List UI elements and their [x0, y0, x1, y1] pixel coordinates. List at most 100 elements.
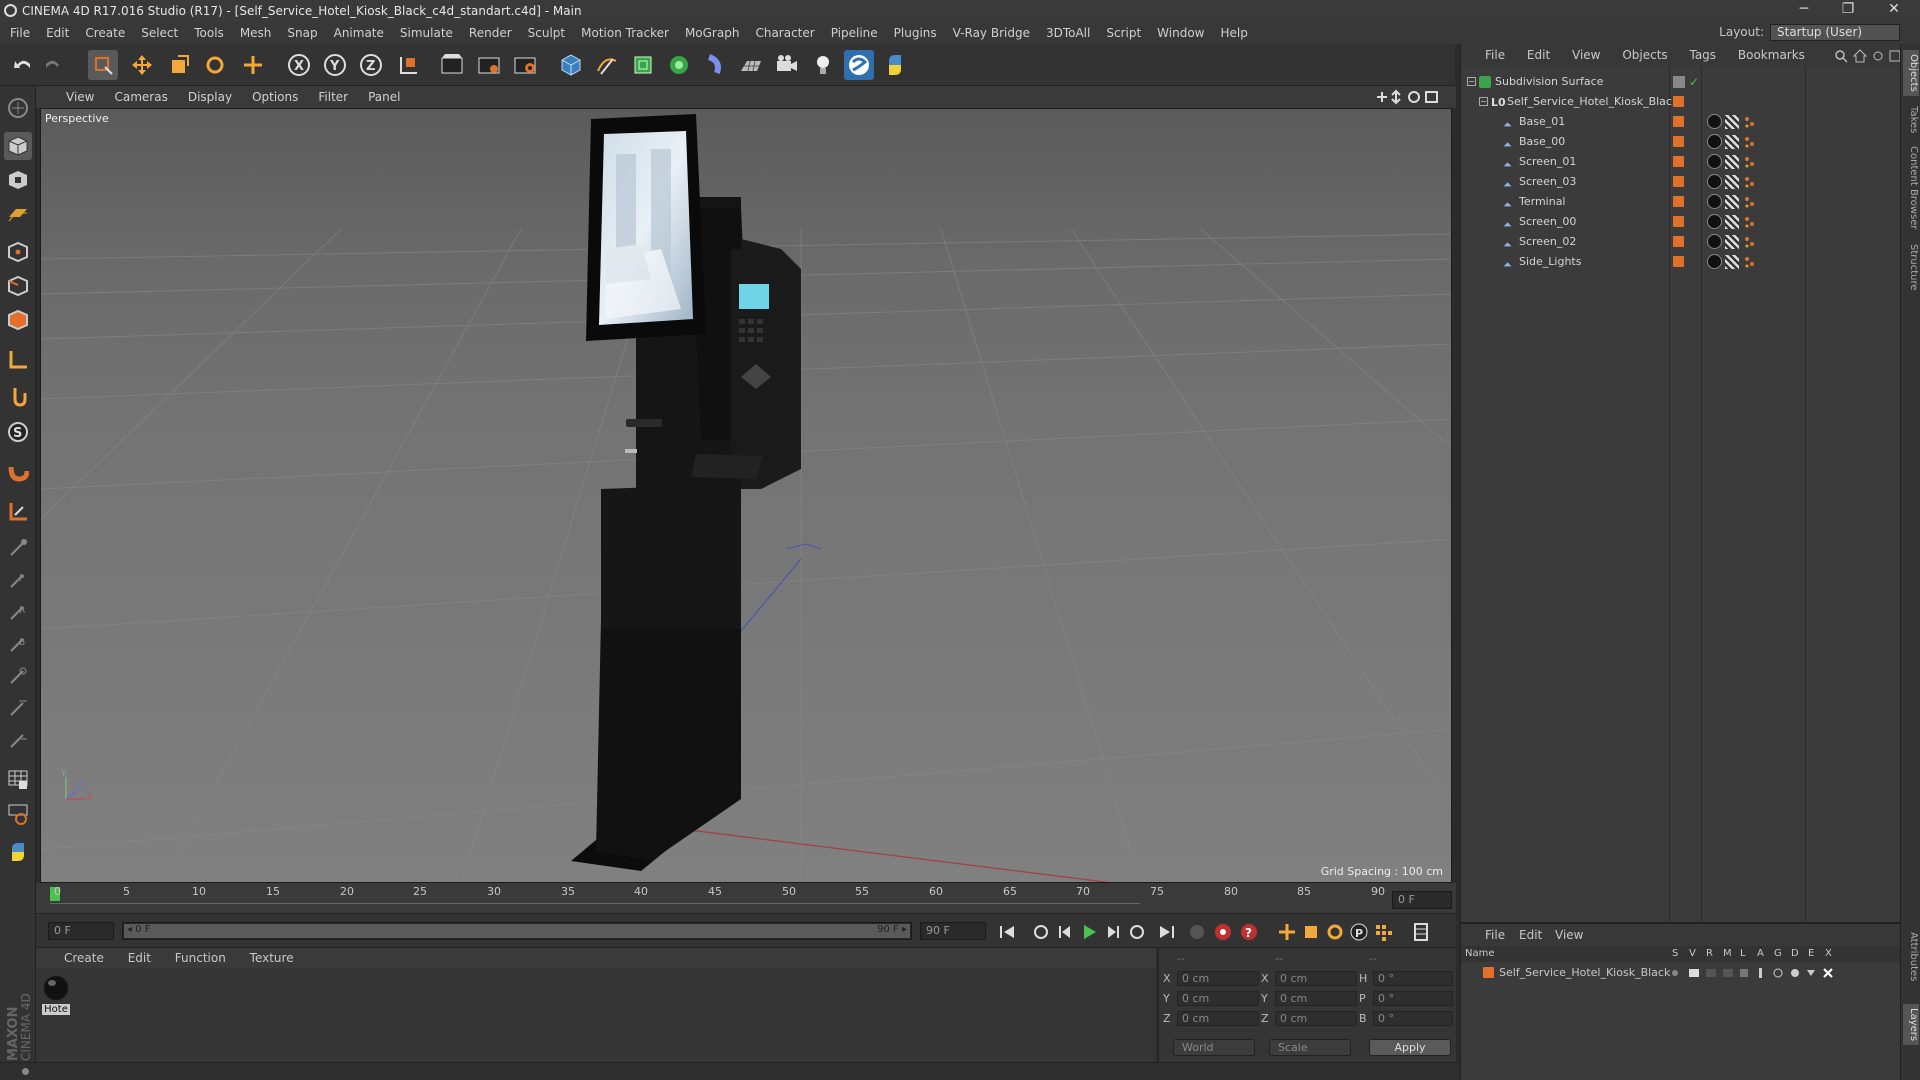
undo-button[interactable]: [8, 50, 38, 80]
redo-button[interactable]: [38, 50, 68, 80]
side-tab-content-browser[interactable]: Content Browser: [1903, 146, 1919, 229]
layer-menu-edit[interactable]: Edit: [1519, 928, 1542, 942]
menu-create[interactable]: Create: [77, 22, 133, 44]
side-tab-takes[interactable]: Takes: [1903, 106, 1919, 133]
layer-col-deformers[interactable]: D: [1791, 948, 1799, 959]
viewport-menu-view[interactable]: View: [56, 86, 104, 108]
side-tab-objects[interactable]: Objects: [1903, 50, 1919, 96]
object-menu-file[interactable]: File: [1461, 44, 1514, 66]
previous-frame-icon[interactable]: [1054, 921, 1076, 943]
object-row-screen-00[interactable]: ⏶ Screen_00: [1461, 212, 1901, 232]
menu-window[interactable]: Window: [1149, 22, 1212, 44]
restore-button[interactable]: ❐: [1826, 1, 1870, 21]
layer-color-icon[interactable]: [1673, 116, 1684, 127]
previous-key-icon[interactable]: [1030, 921, 1052, 943]
end-frame-field[interactable]: 90 F: [920, 922, 986, 940]
menu-script[interactable]: Script: [1098, 22, 1149, 44]
make-editable-icon[interactable]: [4, 94, 32, 122]
deformer-bend-icon[interactable]: [700, 50, 730, 80]
y-axis-lock-icon[interactable]: Y: [320, 50, 350, 80]
light-object-icon[interactable]: [808, 50, 838, 80]
timeline-ruler[interactable]: 0 5 10 15 20 25 30 35 40 45 50 55 60 65 …: [36, 883, 1456, 913]
collapse-toggle-icon[interactable]: −: [1479, 97, 1488, 106]
timeline-layout-icon[interactable]: [1410, 921, 1432, 943]
sculpt-brush-2-icon[interactable]: P: [4, 566, 32, 594]
object-manager-tools[interactable]: [1825, 48, 1901, 63]
key-pla-icon[interactable]: [1372, 921, 1394, 943]
key-param-icon[interactable]: P: [1348, 921, 1370, 943]
key-rotation-icon[interactable]: [1324, 921, 1346, 943]
snap-settings-icon[interactable]: S: [4, 418, 32, 446]
python-icon[interactable]: [4, 838, 32, 866]
object-row-kiosk-null[interactable]: − L0 Self_Service_Hotel_Kiosk_Black: [1461, 92, 1901, 112]
render-view-icon[interactable]: [437, 50, 467, 80]
spline-pen-icon[interactable]: [592, 50, 622, 80]
close-button[interactable]: ✕: [1872, 1, 1916, 21]
object-row-screen-01[interactable]: ⏶ Screen_01: [1461, 152, 1901, 172]
object-row-terminal[interactable]: ⏶ Terminal: [1461, 192, 1901, 212]
menu-motion-tracker[interactable]: Motion Tracker: [573, 22, 677, 44]
layer-col-solo[interactable]: S: [1672, 948, 1678, 959]
layer-col-generators[interactable]: G: [1774, 948, 1782, 959]
transform-tool[interactable]: [238, 50, 268, 80]
layer-menu-file[interactable]: File: [1485, 928, 1505, 942]
phong-tag-icon[interactable]: [1743, 195, 1757, 209]
object-row-subdivision-surface[interactable]: − Subdivision Surface ✓: [1461, 72, 1901, 92]
x-axis-lock-icon[interactable]: X: [284, 50, 314, 80]
uvw-tag-icon[interactable]: [1725, 255, 1739, 269]
rotate-tool[interactable]: [200, 50, 230, 80]
autokey-icon[interactable]: ?: [1238, 921, 1260, 943]
layer-color-icon[interactable]: [1483, 967, 1494, 978]
material-menu-function[interactable]: Function: [165, 948, 236, 968]
render-to-picture-viewer-icon[interactable]: [474, 50, 504, 80]
layer-col-view[interactable]: V: [1689, 948, 1696, 959]
material-tag-icon[interactable]: [1707, 114, 1722, 129]
uvw-tag-icon[interactable]: [1725, 215, 1739, 229]
layer-toggles[interactable]: [1669, 967, 1839, 979]
size-x-field[interactable]: 0 cm: [1275, 971, 1357, 986]
layer-color-icon[interactable]: [1673, 156, 1684, 167]
range-slider[interactable]: ◂ 0 F 90 F ▸: [122, 922, 912, 940]
menu-simulate[interactable]: Simulate: [392, 22, 461, 44]
size-mode-dropdown[interactable]: Scale: [1269, 1039, 1351, 1056]
layer-color-icon[interactable]: [1673, 176, 1684, 187]
material-tag-icon[interactable]: [1707, 214, 1722, 229]
phong-tag-icon[interactable]: [1743, 155, 1757, 169]
viewport-nav-icons[interactable]: [1374, 89, 1444, 105]
sculpt-brush-3-icon[interactable]: R: [4, 598, 32, 626]
layer-color-icon[interactable]: [1673, 196, 1684, 207]
phong-tag-icon[interactable]: [1743, 175, 1757, 189]
next-frame-icon[interactable]: [1102, 921, 1124, 943]
object-menu-tags[interactable]: Tags: [1680, 44, 1725, 66]
points-mode-icon[interactable]: [4, 238, 32, 266]
sculpt-brush-4-icon[interactable]: B: [4, 630, 32, 658]
side-tab-structure[interactable]: Structure: [1903, 244, 1919, 291]
menu-file[interactable]: File: [2, 22, 38, 44]
move-tool[interactable]: [127, 50, 157, 80]
material-thumbnail[interactable]: [42, 974, 70, 1002]
minimize-button[interactable]: ─: [1782, 1, 1826, 21]
camera-object-icon[interactable]: [772, 50, 802, 80]
layer-color-icon[interactable]: [1673, 136, 1684, 147]
size-z-field[interactable]: 0 cm: [1275, 1011, 1357, 1026]
layer-col-locked[interactable]: L: [1740, 948, 1746, 959]
phong-tag-icon[interactable]: [1743, 255, 1757, 269]
magnet-snap-icon[interactable]: [4, 458, 32, 486]
record-active-icon[interactable]: [1212, 921, 1234, 943]
enabled-check-icon[interactable]: ✓: [1689, 72, 1699, 92]
viewport-menu-display[interactable]: Display: [178, 86, 242, 108]
menu-sculpt[interactable]: Sculpt: [520, 22, 573, 44]
menu-character[interactable]: Character: [747, 22, 822, 44]
layer-row[interactable]: Self_Service_Hotel_Kiosk_Black: [1461, 964, 1901, 982]
object-row-side-lights[interactable]: ⏶ Side_Lights: [1461, 252, 1901, 272]
rotation-h-field[interactable]: 0 °: [1373, 971, 1453, 986]
locked-workplane-icon[interactable]: [4, 498, 32, 526]
object-row-base-01[interactable]: ⏶ Base_01: [1461, 112, 1901, 132]
model-mode-icon[interactable]: [4, 132, 32, 160]
layer-col-render[interactable]: R: [1706, 948, 1713, 959]
layer-col-xref[interactable]: X: [1825, 948, 1832, 959]
phong-tag-icon[interactable]: [1743, 235, 1757, 249]
menu-edit[interactable]: Edit: [38, 22, 77, 44]
material-menu-create[interactable]: Create: [36, 948, 114, 968]
current-frame-field[interactable]: 0 F: [1392, 891, 1452, 909]
